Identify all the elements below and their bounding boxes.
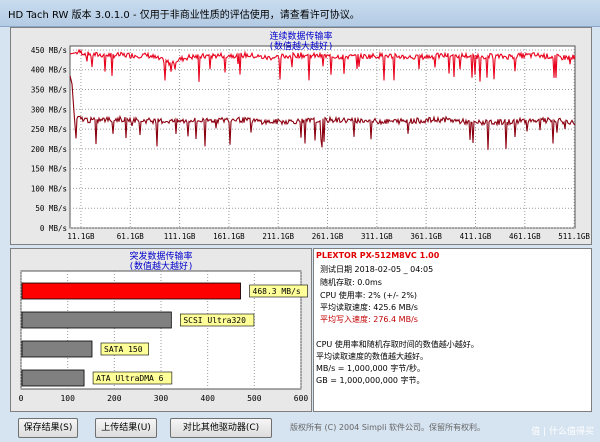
avg-write-speed: 平均写入速度: 276.4 MB/s xyxy=(320,315,418,324)
burst-x-tick-label: 500 xyxy=(247,394,262,403)
note-gb: GB = 1,000,000,000 字节。 xyxy=(316,376,425,385)
y-tick-label: 200 MB/s xyxy=(31,145,67,154)
y-tick-label: 350 MB/s xyxy=(31,86,67,95)
x-tick-label: 11.1GB xyxy=(67,232,95,241)
x-tick-label: 211.1GB xyxy=(262,232,294,241)
sequential-chart-subtitle: (数值越大越好) xyxy=(269,40,334,52)
test-date: 测试日期 2018-02-05 _ 04:05 xyxy=(320,265,434,274)
copyright-text: 版权所有 (C) 2004 Simpli 软件公司。保留所有权利。 xyxy=(290,423,485,432)
burst-bar xyxy=(21,311,172,329)
x-tick-label: 61.1GB xyxy=(117,232,145,241)
burst-bar-label: 468.3 MB/s xyxy=(253,287,301,296)
burst-x-tick-label: 200 xyxy=(107,394,122,403)
x-tick-label: 311.1GB xyxy=(361,232,393,241)
results-info-panel: PLEXTOR PX-512M8VC 1.00 测试日期 2018-02-05 … xyxy=(313,248,592,412)
x-tick-label: 411.1GB xyxy=(460,232,492,241)
upload-results-button[interactable]: 上传结果(U) xyxy=(95,418,157,438)
note-mbps: MB/s = 1,000,000 字节/秒。 xyxy=(316,364,425,373)
x-tick-label: 111.1GB xyxy=(164,232,196,241)
sequential-chart-title: 连续数据传输率 xyxy=(269,30,332,42)
burst-x-tick-label: 100 xyxy=(60,394,75,403)
burst-chart-title: 突发数据传输率 xyxy=(129,250,192,262)
x-tick-label: 461.1GB xyxy=(509,232,541,241)
x-tick-label: 511.1GB xyxy=(558,232,590,241)
burst-bar xyxy=(21,282,241,300)
x-tick-label: 261.1GB xyxy=(312,232,344,241)
title-bar[interactable]: HD Tach RW 版本 3.0.1.0 - 仅用于非商业性质的评估使用，请查… xyxy=(0,0,600,27)
y-tick-label: 100 MB/s xyxy=(31,184,67,193)
burst-bar-label: ATA UltraDMA 6 xyxy=(96,374,164,383)
avg-read-speed: 平均读取速度: 425.6 MB/s xyxy=(320,303,418,312)
drive-name: PLEXTOR PX-512M8VC 1.00 xyxy=(316,251,440,260)
burst-x-tick-label: 600 xyxy=(294,394,309,403)
sequential-chart: 450 MB/s 400 MB/s 350 MB/s 300 MB/s 250 MB/s… xyxy=(31,30,591,241)
x-tick-label: 161.1GB xyxy=(213,232,245,241)
burst-x-tick-label: 0 xyxy=(19,394,24,403)
y-tick-label: 150 MB/s xyxy=(31,165,67,174)
compare-drives-button[interactable]: 对比其他驱动器(C) xyxy=(170,418,272,438)
sequential-chart-panel: 450 MB/s 400 MB/s 350 MB/s 300 MB/s 250 MB/s… xyxy=(10,27,592,245)
site-watermark: 值 | 什么值得买 xyxy=(531,427,594,437)
note-read-speed: 平均读取速度的数值越大越好。 xyxy=(316,352,428,361)
burst-bar xyxy=(21,340,93,358)
burst-x-tick-label: 400 xyxy=(200,394,215,403)
random-access: 随机存取: 0.0ms xyxy=(320,278,382,287)
burst-bar xyxy=(21,369,85,387)
burst-chart-panel: 468.3 MB/s SCSI Ultra320 SATA 150 ATA Ultra… xyxy=(10,248,312,412)
y-tick-label: 0 MB/s xyxy=(40,224,67,233)
burst-x-tick-label: 300 xyxy=(154,394,169,403)
note-cpu-access: CPU 使用率和随机存取时间的数值越小越好。 xyxy=(316,340,479,349)
window-title: HD Tach RW 版本 3.0.1.0 - 仅用于非商业性质的评估使用，请查… xyxy=(8,10,360,21)
burst-bar-label: SATA 150 xyxy=(104,345,143,354)
y-tick-label: 300 MB/s xyxy=(31,105,67,114)
y-tick-label: 250 MB/s xyxy=(31,125,67,134)
burst-bar-label: SCSI Ultra320 xyxy=(183,316,246,325)
y-tick-label: 400 MB/s xyxy=(31,66,67,75)
y-tick-label: 50 MB/s xyxy=(35,204,67,213)
burst-chart-subtitle: (数值越大越好) xyxy=(129,260,194,272)
burst-chart: 468.3 MB/s SCSI Ultra320 SATA 150 ATA Ultra… xyxy=(19,250,309,403)
save-results-button[interactable]: 保存结果(S) xyxy=(18,418,78,438)
cpu-usage: CPU 使用率: 2% (+/- 2%) xyxy=(320,291,418,300)
app-window: HD Tach RW 版本 3.0.1.0 - 仅用于非商业性质的评估使用，请查… xyxy=(0,0,600,442)
y-tick-label: 450 MB/s xyxy=(31,46,67,55)
x-tick-label: 361.1GB xyxy=(410,232,442,241)
